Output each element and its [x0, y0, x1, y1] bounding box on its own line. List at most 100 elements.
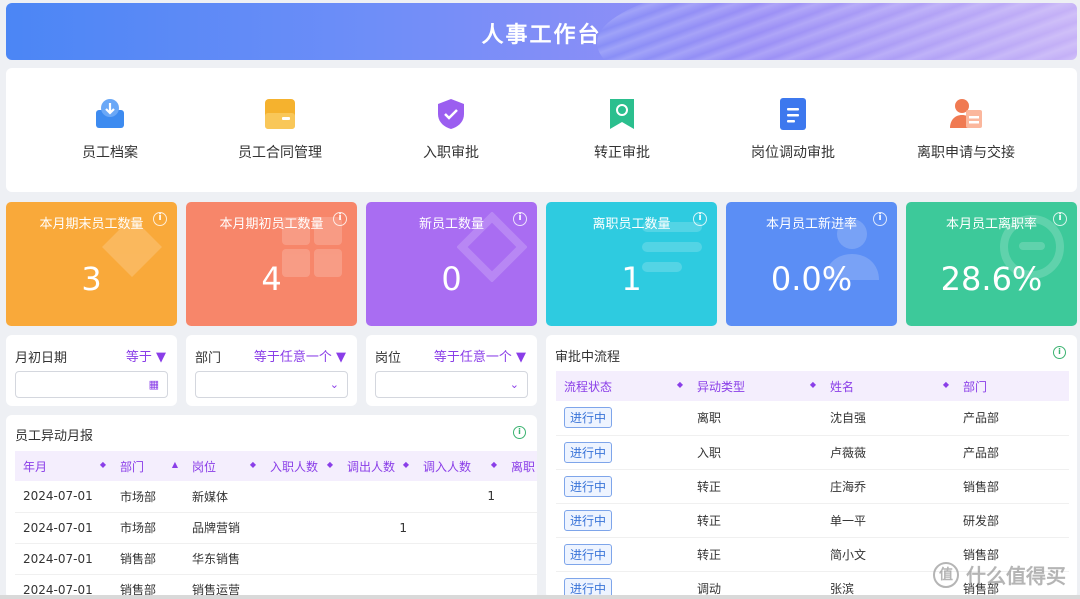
filter-department: 部门 等于任意一个 ▼ ⌄: [186, 335, 357, 406]
column-header[interactable]: 流程状态 ◆: [556, 371, 689, 401]
stat-card-departed-employees[interactable]: 离职员工数量 i 1: [546, 202, 717, 326]
info-icon[interactable]: i: [873, 212, 887, 226]
info-icon[interactable]: i: [693, 212, 707, 226]
caret-down-icon: ▼: [516, 350, 526, 365]
info-icon[interactable]: i: [1053, 212, 1067, 226]
quick-link-resignation[interactable]: 离职申请与交接: [896, 96, 1036, 162]
sort-icon[interactable]: ◆: [943, 380, 949, 389]
caret-down-icon: ▼: [156, 350, 166, 365]
status-badge: 进行中: [564, 509, 613, 531]
column-header[interactable]: 部门 ▲: [112, 451, 184, 481]
quick-link-label: 岗位调动审批: [751, 145, 835, 161]
sort-icon[interactable]: ◆: [327, 460, 333, 469]
quick-link-label: 离职申请与交接: [917, 145, 1015, 161]
table-row[interactable]: 进行中 离职 沈自强 产品部: [556, 401, 1069, 436]
table-row[interactable]: 2024-07-01 市场部 品牌营销 1: [15, 512, 537, 544]
person-leave-icon: [948, 96, 984, 132]
chevron-down-icon: ⌄: [509, 378, 519, 391]
shield-check-icon: [433, 96, 469, 132]
status-badge: 进行中: [564, 441, 613, 463]
quick-link-transfer-approval[interactable]: 岗位调动审批: [723, 96, 863, 162]
quick-link-employee-file[interactable]: 员工档案: [40, 96, 180, 162]
sort-icon[interactable]: ◆: [250, 460, 256, 469]
contract-icon: [262, 96, 298, 132]
stat-value: 1: [621, 260, 642, 298]
calendar-icon[interactable]: ▦: [149, 378, 159, 391]
column-header[interactable]: 入职人数 ◆: [262, 451, 339, 481]
info-icon[interactable]: i: [1053, 346, 1066, 359]
quick-link-label: 员工合同管理: [238, 145, 322, 161]
stat-value: 0.0%: [770, 260, 853, 298]
stat-title: 离职员工数量: [592, 217, 671, 232]
filter-month-start-date: 月初日期 等于 ▼ ▦: [6, 335, 177, 406]
filter-operator-dropdown[interactable]: 等于任意一个 ▼: [254, 346, 346, 365]
column-header[interactable]: 调出人数 ◆: [339, 451, 415, 481]
table-header-row: 流程状态 ◆ 异动类型 ◆ 姓名 ◆ 部门: [556, 371, 1069, 401]
table-header-row: 年月 ◆ 部门 ▲ 岗位 ◆ 入职人数 ◆ 调出人数 ◆ 调入人数 ◆ 离职: [15, 451, 537, 481]
chevron-down-icon: ⌄: [329, 378, 339, 391]
stat-card-new-employees[interactable]: 新员工数量 i 0: [366, 202, 537, 326]
table-row[interactable]: 进行中 转正 庄海乔 销售部: [556, 469, 1069, 504]
caret-down-icon: ▼: [336, 350, 346, 365]
info-icon[interactable]: i: [153, 212, 167, 226]
stat-title: 本月期初员工数量: [219, 217, 324, 232]
stat-card-turnover-rate[interactable]: 本月员工离职率 i 28.6%: [906, 202, 1077, 326]
quick-link-contract[interactable]: 员工合同管理: [210, 96, 350, 162]
quick-links-panel: 员工档案 员工合同管理 入职审批 转正审批 岗位调动审批 离职申请与交接: [6, 68, 1077, 192]
stat-title: 本月员工新进率: [765, 217, 857, 232]
stat-title: 新员工数量: [418, 217, 484, 232]
filter-operator-dropdown[interactable]: 等于 ▼: [126, 346, 166, 365]
sort-icon[interactable]: ◆: [100, 460, 106, 469]
stat-value: 28.6%: [940, 260, 1043, 298]
column-header[interactable]: 异动类型 ◆: [689, 371, 822, 401]
status-badge: 进行中: [564, 475, 613, 497]
page-title: 人事工作台: [481, 23, 602, 48]
quick-link-label: 入职审批: [423, 145, 479, 161]
bookmark-icon: [604, 96, 640, 132]
panel-title: 员工异动月报: [15, 429, 94, 444]
table-row[interactable]: 进行中 入职 卢薇薇 产品部: [556, 435, 1069, 470]
employee-file-icon: [92, 96, 128, 132]
sort-icon[interactable]: ▲: [172, 460, 178, 469]
column-header[interactable]: 姓名 ◆: [822, 371, 955, 401]
status-badge: 进行中: [564, 407, 613, 429]
stat-title: 本月员工离职率: [945, 217, 1037, 232]
date-input[interactable]: ▦: [15, 371, 168, 398]
department-select[interactable]: ⌄: [195, 371, 348, 398]
column-header[interactable]: 部门: [955, 371, 1069, 401]
info-icon[interactable]: i: [513, 426, 526, 439]
quick-link-onboarding-approval[interactable]: 入职审批: [381, 96, 521, 162]
watermark-logo-icon: 值: [933, 561, 960, 588]
column-header[interactable]: 岗位 ◆: [184, 451, 262, 481]
quick-link-regularization-approval[interactable]: 转正审批: [552, 96, 692, 162]
monthly-report-panel: 员工异动月报 i 年月 ◆ 部门 ▲ 岗位 ◆ 入职人数 ◆ 调出人数 ◆ 调入人数 ◆ 离…: [6, 415, 537, 599]
monthly-report-table: 年月 ◆ 部门 ▲ 岗位 ◆ 入职人数 ◆ 调出人数 ◆ 调入人数 ◆ 离职 2024-07…: [15, 451, 537, 599]
column-header[interactable]: 离职: [503, 451, 537, 481]
table-row[interactable]: 进行中 转正 单一平 研发部: [556, 503, 1069, 538]
header-banner: 人事工作台: [6, 3, 1077, 60]
sort-icon[interactable]: ◆: [491, 460, 497, 469]
column-header[interactable]: 调入人数 ◆: [415, 451, 503, 481]
position-select[interactable]: ⌄: [375, 371, 528, 398]
table-row[interactable]: 2024-07-01 销售部 华东销售: [15, 543, 537, 575]
sort-icon[interactable]: ◆: [403, 460, 409, 469]
sort-icon[interactable]: ◆: [677, 380, 683, 389]
document-icon: [775, 96, 811, 132]
horizontal-scrollbar[interactable]: [0, 595, 1080, 599]
column-header[interactable]: 年月 ◆: [15, 451, 112, 481]
stat-card-end-headcount[interactable]: 本月期末员工数量 i 3: [6, 202, 177, 326]
watermark: 值 什么值得买: [933, 560, 1066, 589]
filter-label: 月初日期: [15, 351, 68, 366]
table-row[interactable]: 2024-07-01 市场部 新媒体 1: [15, 481, 537, 513]
stat-value: 3: [81, 260, 102, 298]
sort-icon[interactable]: ◆: [810, 380, 816, 389]
status-badge: 进行中: [564, 543, 613, 565]
info-icon[interactable]: i: [513, 212, 527, 226]
filter-operator-dropdown[interactable]: 等于任意一个 ▼: [434, 346, 526, 365]
stat-card-start-headcount[interactable]: 本月期初员工数量 i 4: [186, 202, 357, 326]
stat-card-new-hire-rate[interactable]: 本月员工新进率 i 0.0%: [726, 202, 897, 326]
info-icon[interactable]: i: [333, 212, 347, 226]
filter-position: 岗位 等于任意一个 ▼ ⌄: [366, 335, 537, 406]
panel-title: 审批中流程: [555, 350, 621, 365]
stat-value: 0: [441, 260, 462, 298]
